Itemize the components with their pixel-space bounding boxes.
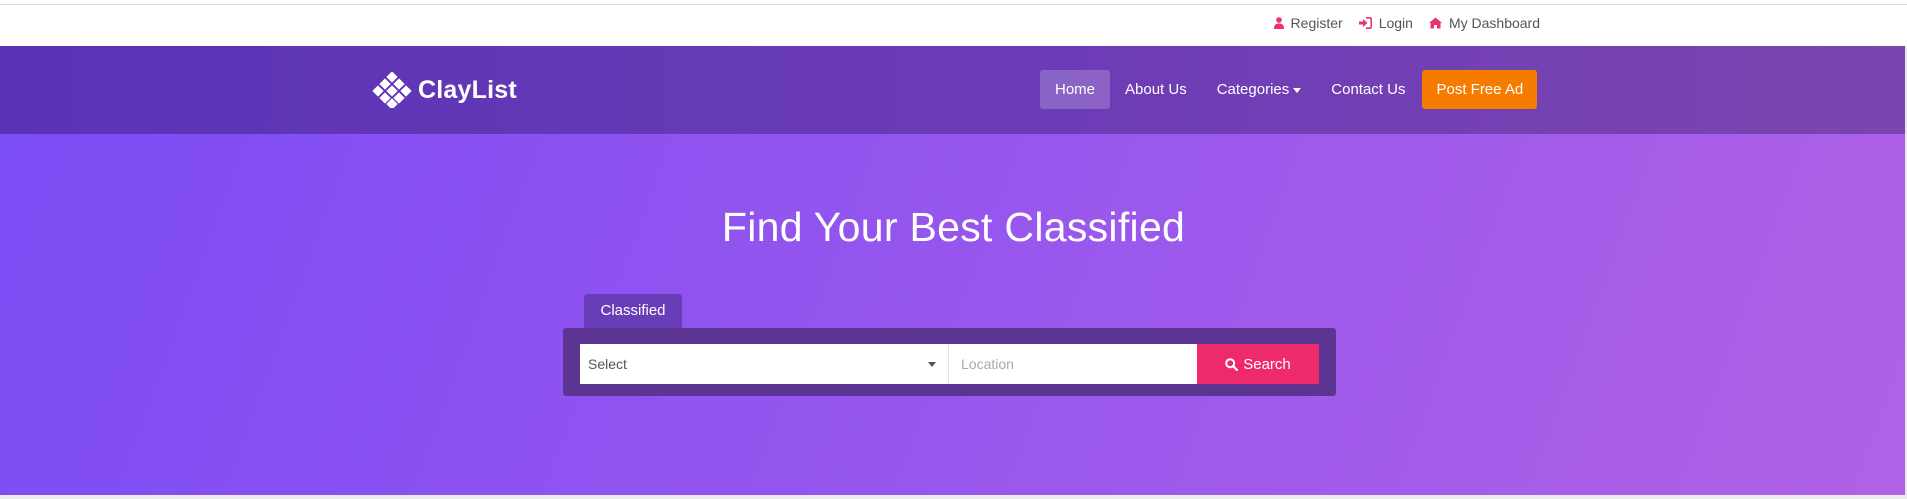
nav-item-home-label: Home [1055,81,1096,98]
bottom-divider [0,495,1907,499]
user-icon [1273,17,1284,29]
brand-logo[interactable]: ClayList [372,72,517,108]
post-free-ad-button[interactable]: Post Free Ad [1422,70,1538,109]
register-link[interactable]: Register [1273,15,1343,31]
brand-name: ClayList [418,75,517,104]
my-dashboard-label: My Dashboard [1448,15,1540,31]
register-label: Register [1290,15,1343,31]
nav-menu: Home About Us Categories Contact Us Post… [1040,70,1538,109]
login-label: Login [1378,15,1413,31]
category-select[interactable]: Select [580,344,949,384]
nav-item-about-us[interactable]: About Us [1110,70,1202,109]
sign-in-icon [1358,17,1372,29]
search-button[interactable]: Search [1197,344,1319,384]
home-icon [1428,17,1442,29]
main-navbar: ClayList Home About Us Categories Contac… [0,46,1907,134]
nav-item-contact-us[interactable]: Contact Us [1316,70,1420,109]
search-button-label: Search [1243,355,1291,373]
topbar-links: Register Login My Dashboard [1273,15,1540,31]
location-input[interactable] [949,344,1197,384]
diamond-grid-logo-icon [372,72,412,108]
page: Register Login My Dashboard ClayList Hom… [0,0,1907,499]
search-icon [1225,357,1239,371]
caret-down-icon [1293,87,1302,93]
hero-section: Find Your Best Classified Classified Sel… [0,134,1907,495]
my-dashboard-link[interactable]: My Dashboard [1428,15,1540,31]
caret-down-icon [928,362,936,367]
hero-title: Find Your Best Classified [721,204,1186,250]
nav-item-home[interactable]: Home [1040,70,1111,109]
tab-classified[interactable]: Classified [584,294,682,328]
login-link[interactable]: Login [1358,15,1413,31]
nav-item-categories-label: Categories [1216,81,1290,98]
top-bar: Register Login My Dashboard [0,5,1907,46]
category-select-value: Select [588,356,627,372]
nav-item-about-us-label: About Us [1125,81,1187,98]
nav-item-categories[interactable]: Categories [1202,70,1317,109]
search-form: Select Search [563,328,1336,396]
nav-item-contact-us-label: Contact Us [1331,81,1406,98]
